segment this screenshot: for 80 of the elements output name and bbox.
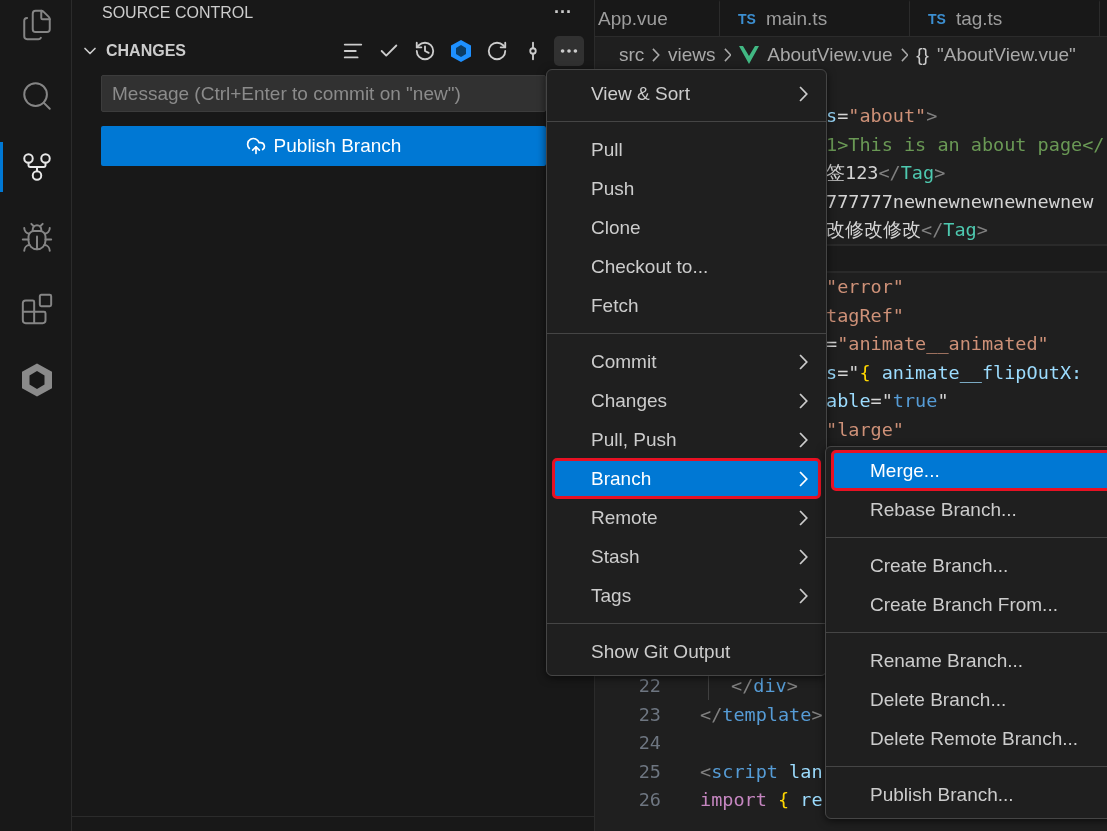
cube-logo-icon xyxy=(449,39,473,63)
menu-item[interactable]: Delete Remote Branch... xyxy=(832,719,1107,758)
menu-item[interactable]: Delete Branch... xyxy=(832,680,1107,719)
vue-icon xyxy=(739,46,760,64)
menu-item[interactable]: Clone xyxy=(553,208,820,247)
code-line: s="{ animate__flipOutX: xyxy=(826,361,1083,383)
menu-item[interactable]: Checkout to... xyxy=(553,247,820,286)
menu-item[interactable]: Remote xyxy=(553,498,820,537)
menu-item[interactable]: Tags xyxy=(553,576,820,615)
chevron-right-icon xyxy=(799,470,808,487)
menu-item[interactable]: Publish Branch... xyxy=(832,775,1107,814)
breadcrumb-item[interactable]: views xyxy=(668,44,716,66)
refresh-icon[interactable] xyxy=(486,40,508,62)
line-number: 26 xyxy=(637,789,661,811)
chevron-right-icon xyxy=(900,48,909,62)
chevron-right-icon xyxy=(799,587,808,604)
ts-label: TS xyxy=(738,11,756,27)
code-line: 777777newnewnewnewnewnew xyxy=(826,190,1094,212)
menu-item[interactable]: Fetch xyxy=(553,286,820,325)
braces-icon: {} xyxy=(916,44,929,66)
menu-item[interactable]: Show Git Output xyxy=(553,632,820,671)
menu-item[interactable]: Commit xyxy=(553,342,820,381)
code-line: tagRef" xyxy=(826,304,904,326)
code-line: 1>This is an about page</ xyxy=(826,133,1105,155)
code-line: <script lan xyxy=(700,760,823,782)
chevron-right-icon xyxy=(799,431,808,448)
code-line: "large" xyxy=(826,418,904,440)
cloud-upload-icon xyxy=(245,136,266,156)
chevron-right-icon xyxy=(799,353,808,370)
publish-branch-button[interactable]: Publish Branch xyxy=(101,126,546,166)
menu-item[interactable]: View & Sort xyxy=(553,74,820,113)
cube-logo-icon xyxy=(19,362,55,398)
menu-item[interactable]: Branch xyxy=(553,459,820,498)
line-number: 23 xyxy=(637,703,661,725)
panel-title: SOURCE CONTROL xyxy=(102,3,254,22)
menu-item[interactable]: Push xyxy=(553,169,820,208)
code-line: ="animate__animated" xyxy=(826,333,1049,355)
code-line: s="about"> xyxy=(826,105,938,127)
menu-item[interactable]: Pull, Push xyxy=(553,420,820,459)
line-number: 25 xyxy=(637,760,661,782)
code-line: able="true" xyxy=(826,390,949,412)
code-line: </template> xyxy=(700,703,823,725)
section-title[interactable]: CHANGES xyxy=(106,42,332,60)
line-number: 24 xyxy=(637,732,661,754)
code-line: </div> xyxy=(731,675,798,697)
chevron-right-icon xyxy=(723,48,732,62)
code-line: import { re xyxy=(700,789,823,811)
chevron-right-icon xyxy=(799,85,808,102)
code-line: 签123</Tag> xyxy=(826,161,946,186)
menu-item[interactable]: Create Branch From... xyxy=(832,585,1107,624)
history-icon[interactable] xyxy=(414,40,436,62)
tab-label: App.vue xyxy=(598,8,668,30)
extensions-icon[interactable] xyxy=(20,292,54,326)
editor-tab[interactable]: App.vue xyxy=(595,0,720,36)
breadcrumb-item[interactable]: "AboutView.vue" xyxy=(936,44,1076,66)
more-button[interactable]: ··· xyxy=(554,2,572,23)
tab-label: main.ts xyxy=(765,8,828,30)
menu-item[interactable]: Changes xyxy=(553,381,820,420)
bug-icon[interactable] xyxy=(20,221,54,255)
menu-item[interactable]: Create Branch... xyxy=(832,546,1107,585)
code-line: "error" xyxy=(826,276,904,298)
search-icon[interactable] xyxy=(20,79,54,113)
line-number: 22 xyxy=(637,675,661,697)
menu-item[interactable]: Merge... xyxy=(832,451,1107,490)
chevron-right-icon xyxy=(652,48,660,62)
chevron-right-icon xyxy=(799,392,808,409)
breadcrumb-item[interactable]: AboutView.vue xyxy=(767,44,893,66)
chevron-right-icon xyxy=(799,509,808,526)
commit-message-field[interactable]: Message (Ctrl+Enter to commit on "new") xyxy=(101,75,546,112)
menu-item[interactable]: Rebase Branch... xyxy=(832,490,1107,529)
menu-item[interactable]: Pull xyxy=(553,130,820,169)
source-control-icon[interactable] xyxy=(20,150,54,184)
menu-item[interactable]: Rename Branch... xyxy=(832,641,1107,680)
chevron-right-icon xyxy=(799,548,808,565)
code-line: 改修改修改</Tag> xyxy=(826,218,988,243)
tab-label: tag.ts xyxy=(955,8,1003,30)
ts-label: TS xyxy=(928,11,946,27)
breadcrumb-item[interactable]: src xyxy=(619,44,645,66)
files-icon[interactable] xyxy=(20,8,54,42)
menu-item[interactable]: Stash xyxy=(553,537,820,576)
